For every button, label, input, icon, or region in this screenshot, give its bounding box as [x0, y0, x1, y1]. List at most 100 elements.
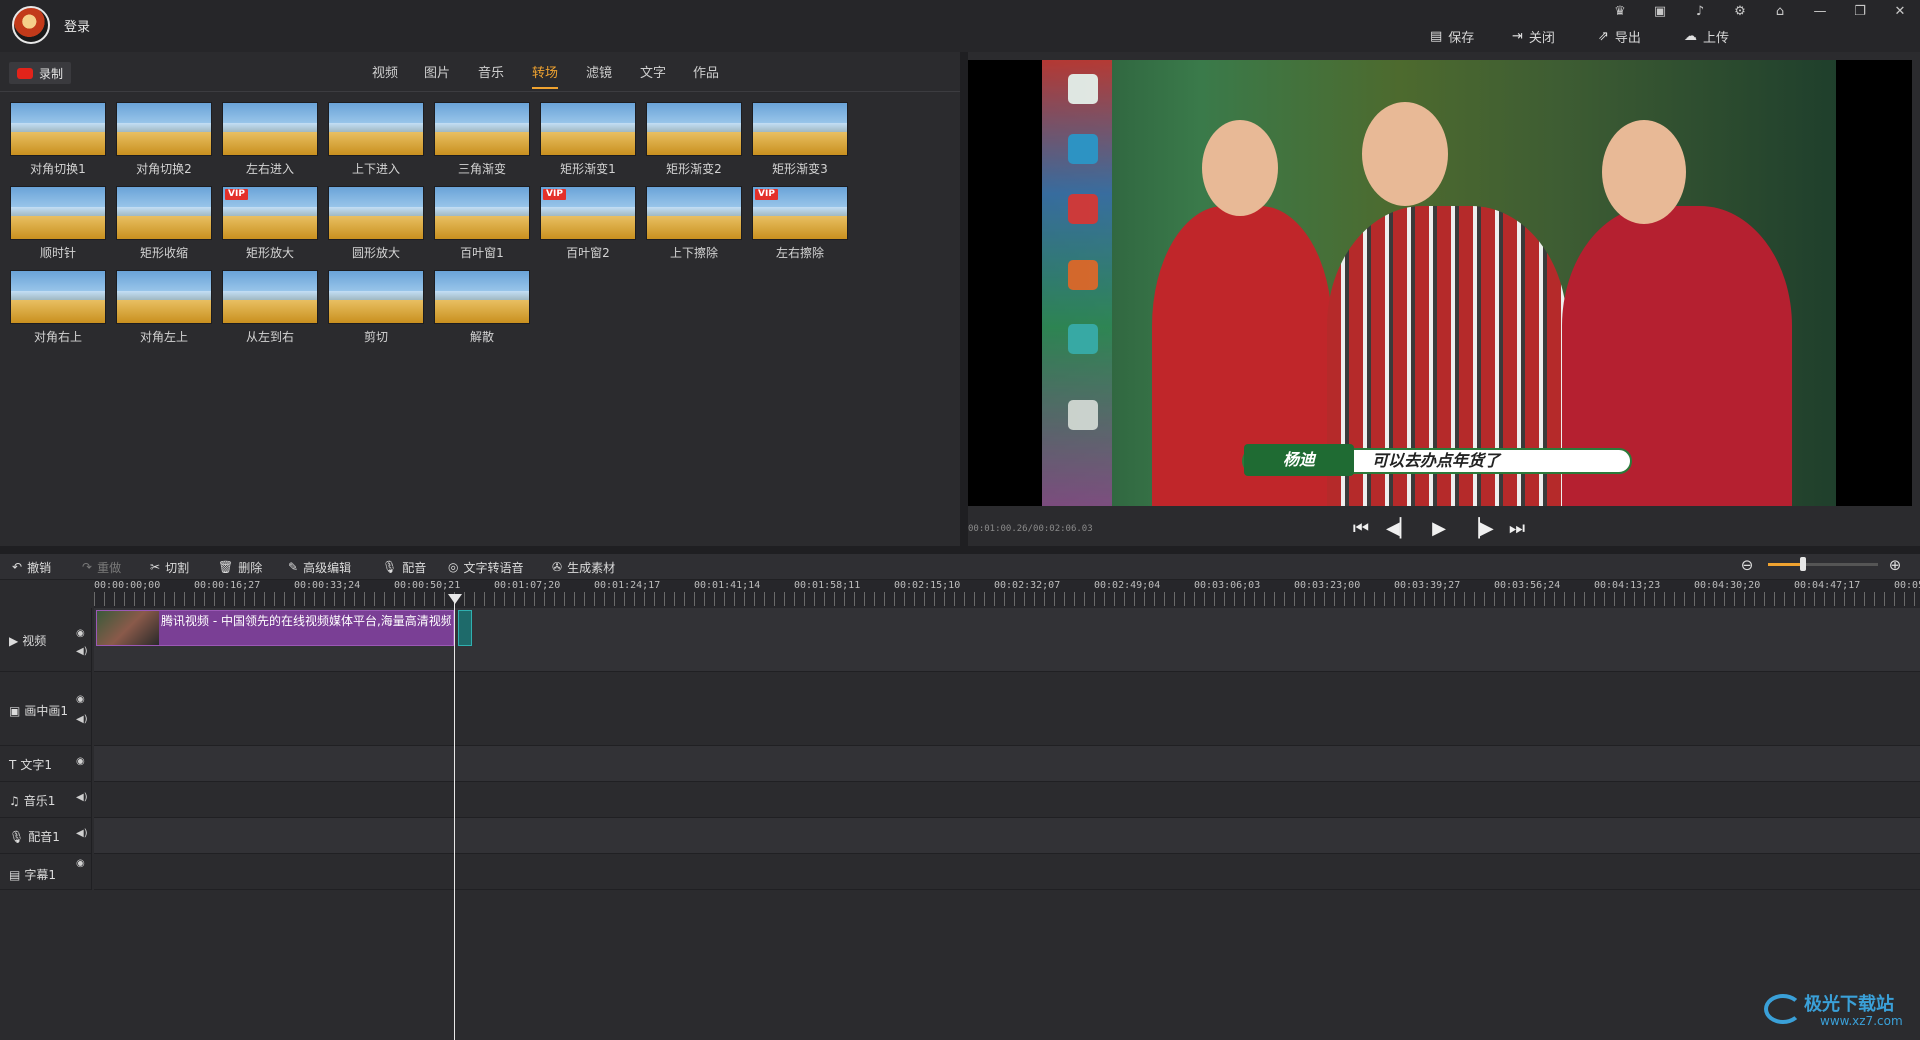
transition-marker[interactable] — [458, 610, 472, 646]
transition-item[interactable]: 百叶窗1 — [434, 186, 530, 261]
playhead-handle[interactable] — [448, 594, 462, 604]
library-tab[interactable]: 转场 — [532, 62, 559, 89]
track-text[interactable] — [94, 746, 1920, 782]
transition-label: 矩形放大 — [245, 246, 294, 260]
transition-item[interactable]: VIP 矩形放大 — [222, 186, 318, 261]
vip-crown-icon[interactable]: ♛ — [1608, 2, 1632, 22]
export-button[interactable]: ⇗ 导出 — [1598, 26, 1641, 46]
transition-item[interactable]: 剪切 — [328, 270, 424, 345]
record-button[interactable]: 录制 — [9, 62, 72, 84]
preview-scenery — [435, 122, 529, 133]
transition-item[interactable]: 上下擦除 — [646, 186, 742, 261]
transition-preview — [10, 186, 106, 240]
transition-item[interactable]: 圆形放大 — [328, 186, 424, 261]
play-button[interactable]: ▶ — [1426, 518, 1452, 540]
upload-button[interactable]: ☁ 上传 — [1684, 26, 1729, 46]
save-button[interactable]: ▤ 保存 — [1430, 26, 1474, 46]
cut-button[interactable]: ✂ 切割 — [150, 557, 189, 577]
transition-item[interactable]: 矩形收缩 — [116, 186, 212, 261]
track-header-music: ♫ 音乐1 ◀) — [0, 782, 92, 818]
transition-preview — [752, 102, 848, 156]
transition-item[interactable]: 矩形渐变2 — [646, 102, 742, 177]
transition-preview — [222, 102, 318, 156]
transition-item[interactable]: 对角右上 — [10, 270, 106, 345]
redo-button[interactable]: ↷ 重做 — [82, 557, 121, 577]
preview-scenery — [11, 206, 105, 217]
speaker-icon[interactable]: ◀) — [76, 792, 88, 803]
close-icon[interactable]: ✕ — [1888, 2, 1912, 22]
transition-item[interactable]: 对角切换2 — [116, 102, 212, 177]
next-frame-button[interactable]: ▕▶ — [1466, 518, 1494, 540]
transition-item[interactable]: 从左到右 — [222, 270, 318, 345]
video-clip[interactable]: 腾讯视频 - 中国领先的在线视频媒体平台,海量高清视频 — [96, 610, 454, 646]
ruler-label: 00:03:39;27 — [1394, 580, 1461, 591]
eye-icon[interactable]: ◉ — [76, 694, 85, 705]
preview-scenery — [541, 206, 635, 217]
preview-scenery — [117, 122, 211, 133]
restore-icon[interactable]: ❐ — [1848, 2, 1872, 22]
watermark: 极光下载站 www.xz7.com — [1760, 986, 1920, 1036]
zoom-out-icon[interactable]: ⊖ — [1738, 557, 1756, 575]
zoom-in-icon[interactable]: ⊕ — [1886, 557, 1904, 575]
library-tab[interactable]: 滤镜 — [586, 62, 612, 87]
library-tab[interactable]: 图片 — [424, 62, 450, 87]
eye-icon[interactable]: ◉ — [76, 858, 85, 869]
pencil-icon: ✎ — [288, 560, 299, 574]
ruler-label: 00:03:06;03 — [1194, 580, 1261, 591]
transition-item[interactable]: 左右进入 — [222, 102, 318, 177]
desktop-overlay — [1042, 60, 1112, 506]
track-pip[interactable] — [94, 672, 1920, 746]
ruler-label: 00:05 — [1894, 580, 1920, 591]
playhead-line[interactable] — [454, 596, 455, 1040]
transition-item[interactable]: 上下进入 — [328, 102, 424, 177]
track-caption[interactable] — [94, 854, 1920, 890]
player-icon[interactable]: ▣ — [1648, 2, 1672, 22]
dub-button[interactable]: 🎙 配音 — [382, 557, 426, 577]
speaker-icon[interactable]: ◀) — [76, 714, 88, 725]
home-icon[interactable]: ⌂ — [1768, 2, 1792, 22]
speaker-icon[interactable]: ◀) — [76, 828, 88, 839]
generate-material-button[interactable]: ✇ 生成素材 — [552, 557, 615, 577]
skip-to-end-button[interactable]: ⏭ — [1504, 518, 1530, 540]
minimize-icon[interactable]: — — [1808, 2, 1832, 22]
eye-icon[interactable]: ◉ — [76, 756, 85, 767]
undo-button[interactable]: ↶ 撤销 — [12, 557, 51, 577]
speaker-icon[interactable]: ◀) — [76, 646, 88, 657]
library-tab[interactable]: 作品 — [693, 62, 719, 87]
transition-label: 左右进入 — [245, 162, 294, 176]
transition-item[interactable]: 三角渐变 — [434, 102, 530, 177]
delete-button[interactable]: 🗑 删除 — [218, 557, 262, 577]
avatar[interactable] — [12, 6, 50, 44]
previous-frame-button[interactable]: ◀▏ — [1386, 518, 1414, 540]
advanced-edit-button[interactable]: ✎ 高级编辑 — [288, 557, 351, 577]
login-link[interactable]: 登录 — [64, 16, 90, 35]
transition-item[interactable]: 对角左上 — [116, 270, 212, 345]
text-to-speech-button[interactable]: ◎ 文字转语音 — [448, 557, 524, 577]
skip-to-start-button[interactable]: ⏮ — [1348, 518, 1374, 540]
transition-item[interactable]: 矩形渐变3 — [752, 102, 848, 177]
person-head — [1202, 120, 1278, 216]
vip-badge: VIP — [755, 189, 778, 200]
bell-icon[interactable]: ♪ — [1688, 2, 1712, 22]
track-dub[interactable] — [94, 818, 1920, 854]
library-tab[interactable]: 视频 — [372, 62, 398, 87]
track-music[interactable] — [94, 782, 1920, 818]
transition-item[interactable]: 矩形渐变1 — [540, 102, 636, 177]
transition-preview — [646, 102, 742, 156]
transition-item[interactable]: VIP 百叶窗2 — [540, 186, 636, 261]
zoom-slider-handle[interactable] — [1800, 557, 1806, 571]
transition-item[interactable]: 对角切换1 — [10, 102, 106, 177]
horizontal-splitter[interactable] — [0, 546, 1920, 554]
transition-item[interactable]: 顺时针 — [10, 186, 106, 261]
transition-item[interactable]: 解散 — [434, 270, 530, 345]
gear-icon[interactable]: ⚙ — [1728, 2, 1752, 22]
transition-preview — [10, 102, 106, 156]
library-tab[interactable]: 音乐 — [478, 62, 504, 87]
close-project-button[interactable]: ⇥ 关闭 — [1512, 26, 1555, 46]
ruler-label: 00:03:23;00 — [1294, 580, 1361, 591]
library-tab[interactable]: 文字 — [640, 62, 666, 87]
preview-scenery — [329, 290, 423, 301]
vertical-splitter[interactable] — [960, 52, 968, 546]
transition-item[interactable]: VIP 左右擦除 — [752, 186, 848, 261]
eye-icon[interactable]: ◉ — [76, 628, 85, 639]
